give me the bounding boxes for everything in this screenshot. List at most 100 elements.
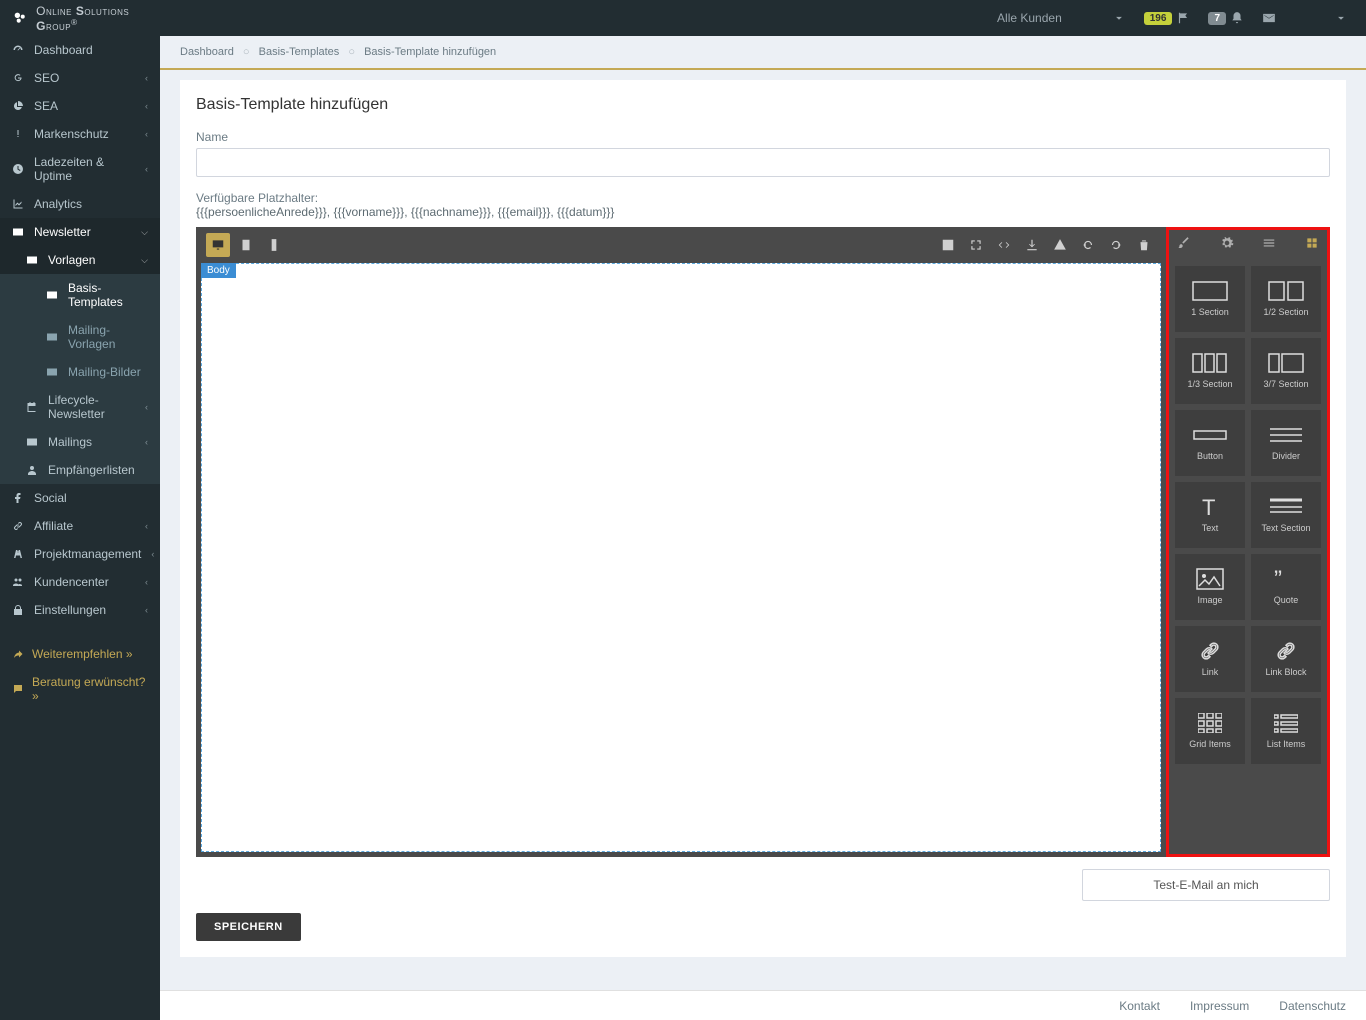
sidebar-item-kundencenter[interactable]: Kundencenter‹: [0, 568, 160, 596]
mail-icon: [46, 289, 58, 301]
blocks-panel: 1 Section1/2 Section1/3 Section3/7 Secti…: [1166, 227, 1330, 857]
redo-icon: [1109, 238, 1123, 252]
linkblock-icon: [1274, 640, 1298, 662]
styles-tab[interactable]: [1177, 236, 1191, 255]
block-list[interactable]: List Items: [1251, 698, 1321, 764]
editor-toolbar: [196, 227, 1166, 263]
list-icon: [1274, 712, 1298, 734]
block-textsect[interactable]: Text Section: [1251, 482, 1321, 548]
settings-tab[interactable]: [1220, 236, 1234, 255]
brand-text: Online Solutions Group®: [36, 4, 160, 33]
name-input[interactable]: [196, 148, 1330, 177]
notifications-item[interactable]: 196: [1144, 11, 1191, 25]
badge-count-1: 196: [1144, 12, 1173, 25]
flag-icon: [1176, 11, 1190, 25]
sidebar-link-weiterempfehlen-[interactable]: Weiterempfehlen »: [0, 640, 160, 668]
block-sect2[interactable]: 1/2 Section: [1251, 266, 1321, 332]
block-link[interactable]: Link: [1175, 626, 1245, 692]
grid-icon: [1305, 236, 1319, 250]
sidebar-item-analytics[interactable]: Analytics: [0, 190, 160, 218]
test-email-button[interactable]: Test-E-Mail an mich: [1082, 869, 1330, 901]
warning-button[interactable]: [1048, 233, 1072, 257]
clear-button[interactable]: [1132, 233, 1156, 257]
sidebar: DashboardSEO‹SEA‹Markenschutz‹Ladezeiten…: [0, 36, 160, 1020]
sidebar-item-affiliate[interactable]: Affiliate‹: [0, 512, 160, 540]
sidebar-item-einstellungen[interactable]: Einstellungen‹: [0, 596, 160, 624]
topbar: Online Solutions Group® Alle Kunden 196 …: [0, 0, 1366, 36]
mail-icon: [12, 226, 24, 238]
sidebar-item-mailings[interactable]: Mailings‹: [0, 428, 160, 456]
breadcrumb-current: Basis-Template hinzufügen: [364, 46, 496, 58]
code-button[interactable]: [992, 233, 1016, 257]
device-desktop-button[interactable]: [206, 233, 230, 257]
sidebar-item-sea[interactable]: SEA‹: [0, 92, 160, 120]
breadcrumb-link[interactable]: Dashboard: [180, 46, 234, 58]
block-image[interactable]: Image: [1175, 554, 1245, 620]
text-icon: T: [1198, 496, 1222, 518]
layers-tab[interactable]: [1262, 236, 1276, 255]
sidebar-item-newsletter[interactable]: Newsletter⌵: [0, 218, 160, 246]
messages-item[interactable]: [1262, 11, 1276, 25]
canvas-body-tag: Body: [201, 263, 236, 278]
editor-canvas[interactable]: Body: [201, 263, 1161, 852]
block-quote[interactable]: ”Quote: [1251, 554, 1321, 620]
device-mobile-button[interactable]: [262, 233, 286, 257]
sidebar-item-seo[interactable]: SEO‹: [0, 64, 160, 92]
fullscreen-button[interactable]: [964, 233, 988, 257]
sect37-icon: [1268, 352, 1304, 374]
block-grid[interactable]: Grid Items: [1175, 698, 1245, 764]
editor-main: Body: [196, 227, 1166, 857]
sidebar-item-mailing-vorlagen[interactable]: Mailing-Vorlagen: [0, 316, 160, 358]
chevron-icon: ‹: [145, 129, 148, 139]
sidebar-item-ladezeiten-uptime[interactable]: Ladezeiten & Uptime‹: [0, 148, 160, 190]
redo-button[interactable]: [1104, 233, 1128, 257]
download-button[interactable]: [1020, 233, 1044, 257]
block-text[interactable]: TText: [1175, 482, 1245, 548]
block-sect37[interactable]: 3/7 Section: [1251, 338, 1321, 404]
block-sect3[interactable]: 1/3 Section: [1175, 338, 1245, 404]
sidebar-item-dashboard[interactable]: Dashboard: [0, 36, 160, 64]
sect3-icon: [1192, 352, 1228, 374]
sidebar-item-projektmanagement[interactable]: Projektmanagement‹: [0, 540, 160, 568]
footer-kontakt[interactable]: Kontakt: [1119, 999, 1160, 1013]
side-panel-tabs: [1169, 230, 1327, 260]
cal-icon: [26, 401, 38, 413]
quote-icon: ”: [1272, 568, 1300, 590]
customer-dropdown[interactable]: Alle Kunden: [997, 11, 1126, 25]
gear-icon: [1220, 236, 1234, 250]
badge-count-2: 7: [1208, 12, 1226, 25]
sidebar-link-beratung-erw-nscht-[interactable]: Beratung erwünscht? »: [0, 668, 160, 710]
g-icon: [12, 72, 24, 84]
device-tablet-button[interactable]: [234, 233, 258, 257]
blocks-tab[interactable]: [1305, 236, 1319, 255]
user-menu[interactable]: [1334, 11, 1348, 25]
chevron-icon: ‹: [145, 577, 148, 587]
link-icon: [12, 520, 24, 532]
tablet-icon: [239, 238, 253, 252]
sidebar-item-social[interactable]: Social: [0, 484, 160, 512]
desktop-icon: [211, 238, 225, 252]
sidebar-item-mailing-bilder[interactable]: Mailing-Bilder: [0, 358, 160, 386]
alerts-item[interactable]: 7: [1208, 11, 1244, 25]
mail-icon: [46, 366, 58, 378]
block-sect1[interactable]: 1 Section: [1175, 266, 1245, 332]
sidebar-item-basis-templates[interactable]: Basis-Templates: [0, 274, 160, 316]
footer-datenschutz[interactable]: Datenschutz: [1279, 999, 1346, 1013]
sidebar-item-lifecycle-newsletter[interactable]: Lifecycle-Newsletter‹: [0, 386, 160, 428]
block-linkblock[interactable]: Link Block: [1251, 626, 1321, 692]
block-divider[interactable]: Divider: [1251, 410, 1321, 476]
brand-logo[interactable]: Online Solutions Group®: [0, 4, 160, 33]
outline-button[interactable]: [936, 233, 960, 257]
chevron-icon: ‹: [145, 402, 148, 412]
breadcrumb-link[interactable]: Basis-Templates: [259, 46, 340, 58]
footer-impressum[interactable]: Impressum: [1190, 999, 1249, 1013]
undo-button[interactable]: [1076, 233, 1100, 257]
chart-icon: [12, 198, 24, 210]
block-button[interactable]: Button: [1175, 410, 1245, 476]
sidebar-item-empf-ngerlisten[interactable]: Empfängerlisten: [0, 456, 160, 484]
sidebar-item-vorlagen[interactable]: Vorlagen⌵: [0, 246, 160, 274]
save-button[interactable]: SPEICHERN: [196, 913, 301, 941]
name-label: Name: [196, 130, 1330, 144]
sect2-icon: [1268, 280, 1304, 302]
sidebar-item-markenschutz[interactable]: Markenschutz‹: [0, 120, 160, 148]
